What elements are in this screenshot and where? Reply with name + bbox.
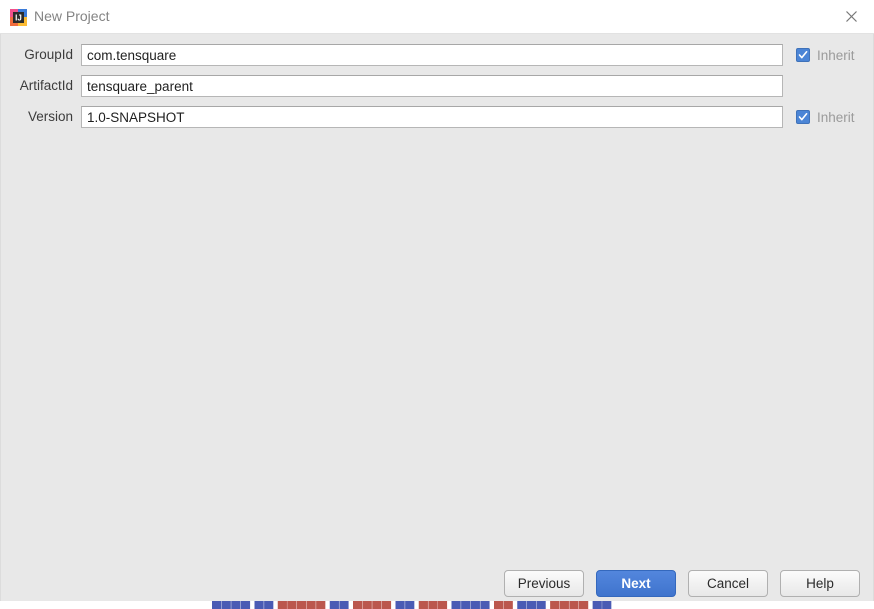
groupid-inherit-label: Inherit: [817, 47, 855, 63]
groupid-label: GroupId: [24, 47, 73, 62]
groupid-input[interactable]: [81, 44, 783, 66]
cancel-button[interactable]: Cancel: [688, 570, 768, 597]
version-input[interactable]: [81, 106, 783, 128]
version-inherit-label: Inherit: [817, 109, 855, 125]
new-project-dialog: IJ New Project GroupId Inherit: [0, 0, 874, 609]
help-button[interactable]: Help: [780, 570, 860, 597]
dialog-titlebar: IJ New Project: [0, 0, 874, 34]
version-inherit-checkbox-group[interactable]: Inherit: [796, 108, 855, 126]
previous-button[interactable]: Previous: [504, 570, 584, 597]
form-row-groupid: GroupId Inherit: [1, 44, 874, 66]
intellij-idea-icon: IJ: [10, 9, 27, 26]
background-text-clipped: ████ ██ █████ ██ ████ ██ ███ ████ ██ ███…: [212, 601, 612, 609]
checkbox-checked-icon[interactable]: [796, 110, 810, 124]
next-button[interactable]: Next: [596, 570, 676, 597]
close-icon[interactable]: [828, 0, 874, 33]
dialog-content: GroupId Inherit ArtifactId Version: [0, 34, 874, 609]
artifactid-label: ArtifactId: [19, 78, 73, 93]
dialog-title: New Project: [34, 8, 110, 24]
groupid-inherit-checkbox-group[interactable]: Inherit: [796, 46, 855, 64]
version-label: Version: [27, 109, 73, 124]
form-row-artifactid: ArtifactId: [1, 75, 874, 97]
form-row-version: Version Inherit: [1, 106, 874, 128]
svg-text:IJ: IJ: [15, 14, 22, 23]
checkbox-checked-icon[interactable]: [796, 48, 810, 62]
background-text-sliver: ████ ██ █████ ██ ████ ██ ███ ████ ██ ███…: [0, 601, 874, 609]
artifactid-input[interactable]: [81, 75, 783, 97]
